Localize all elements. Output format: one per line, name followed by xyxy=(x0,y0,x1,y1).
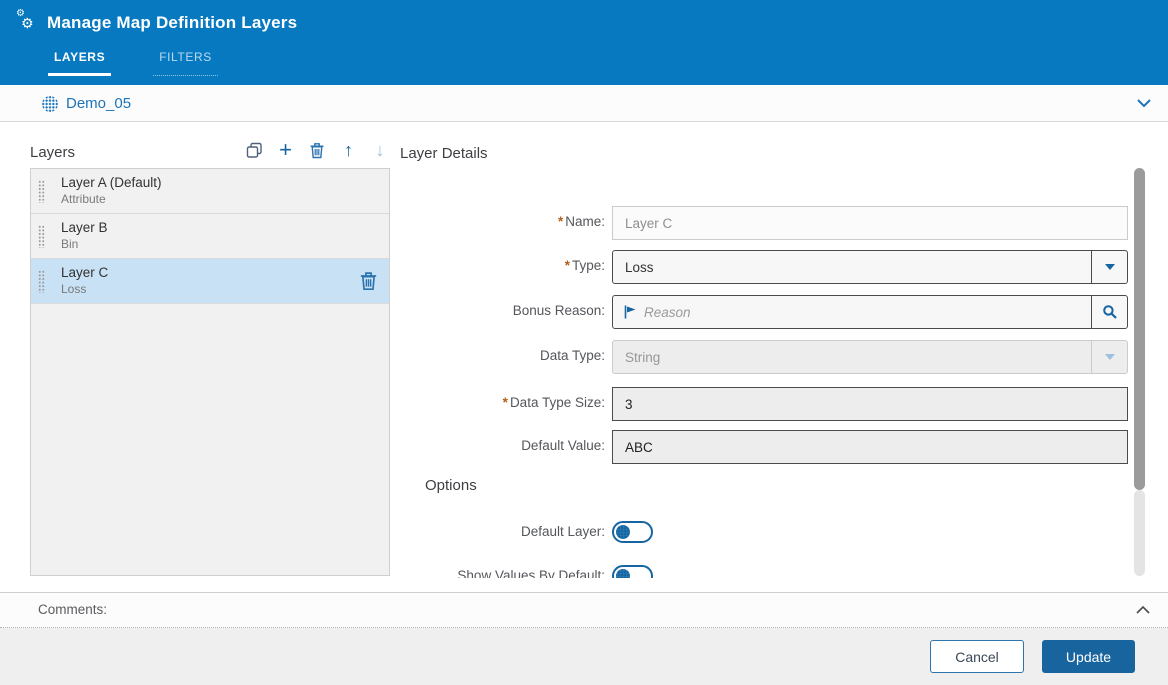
show-values-by-default-toggle[interactable] xyxy=(612,565,653,578)
scrollbar-thumb[interactable] xyxy=(1134,168,1145,490)
type-value: Loss xyxy=(613,251,1091,283)
layer-name: Layer C xyxy=(61,265,379,280)
details-scrollbar xyxy=(1133,168,1146,576)
move-layer-up-button[interactable]: ↑ xyxy=(337,138,361,162)
layer-name: Layer A (Default) xyxy=(61,175,379,190)
chevron-down-icon xyxy=(1105,354,1115,360)
update-button[interactable]: Update xyxy=(1042,640,1135,673)
name-label: *Name: xyxy=(396,214,605,229)
data-type-size-label: *Data Type Size: xyxy=(396,395,605,410)
show-values-by-default-label: Show Values By Default: xyxy=(396,568,605,578)
chevron-down-icon xyxy=(1105,264,1115,270)
bonus-reason-lookup[interactable] xyxy=(612,295,1128,329)
name-field[interactable] xyxy=(612,206,1128,240)
dialog-title: Manage Map Definition Layers xyxy=(47,13,297,33)
required-asterisk: * xyxy=(503,395,508,410)
layers-toolbar: + ↑ ↓ xyxy=(242,138,392,162)
move-layer-down-button[interactable]: ↓ xyxy=(368,138,392,162)
comments-section[interactable]: Comments: xyxy=(0,592,1168,628)
default-layer-toggle[interactable] xyxy=(612,521,653,543)
default-layer-label: Default Layer: xyxy=(396,524,605,539)
cancel-button[interactable]: Cancel xyxy=(930,640,1024,673)
copy-icon xyxy=(246,142,263,159)
data-type-dropdown-button xyxy=(1091,341,1127,373)
bonus-reason-search-button[interactable] xyxy=(1091,296,1127,328)
drag-handle-icon[interactable] xyxy=(38,225,45,248)
type-dropdown-button[interactable] xyxy=(1091,251,1127,283)
layer-type: Loss xyxy=(61,282,379,296)
map-definition-name: Demo_05 xyxy=(66,95,131,112)
drag-handle-icon[interactable] xyxy=(38,270,45,293)
layer-type: Attribute xyxy=(61,192,379,206)
arrow-down-icon: ↓ xyxy=(376,140,385,161)
layer-list-item-c-selected[interactable]: Layer C Loss xyxy=(31,259,389,304)
drag-handle-icon[interactable] xyxy=(38,180,45,203)
layer-name: Layer B xyxy=(61,220,379,235)
layer-list-item-a[interactable]: Layer A (Default) Attribute xyxy=(31,169,389,214)
tab-bar: LAYERS FILTERS xyxy=(48,46,218,76)
chevron-up-icon[interactable] xyxy=(1134,603,1152,617)
trash-icon xyxy=(309,142,325,159)
delete-selected-layer-button[interactable] xyxy=(359,271,379,291)
manage-map-definition-layers-dialog: ⚙⚙ Manage Map Definition Layers LAYERS F… xyxy=(0,0,1168,685)
search-icon xyxy=(1102,304,1118,320)
map-definition-bar[interactable]: Demo_05 xyxy=(0,85,1168,122)
layer-details-form: *Name: *Type: Loss Bonus Reason: xyxy=(396,122,1133,578)
data-type-label: Data Type: xyxy=(396,348,605,363)
data-type-size-field[interactable] xyxy=(612,387,1128,421)
bonus-reason-label: Bonus Reason: xyxy=(396,303,605,318)
toggle-knob xyxy=(616,569,630,578)
data-type-value: String xyxy=(613,341,1091,373)
scrollbar-track[interactable] xyxy=(1134,490,1145,576)
layer-list: Layer A (Default) Attribute Layer B Bin … xyxy=(30,168,390,576)
layer-type: Bin xyxy=(61,237,379,251)
comments-label: Comments: xyxy=(38,602,107,617)
flag-icon xyxy=(613,296,638,328)
required-asterisk: * xyxy=(565,258,570,273)
dialog-header: ⚙⚙ Manage Map Definition Layers LAYERS F… xyxy=(0,0,1168,85)
required-asterisk: * xyxy=(558,214,563,229)
default-value-label: Default Value: xyxy=(396,438,605,453)
gears-icon: ⚙⚙ xyxy=(16,12,38,34)
dotted-globe-icon xyxy=(42,96,58,112)
tab-filters[interactable]: FILTERS xyxy=(153,46,218,76)
delete-layer-button[interactable] xyxy=(305,138,329,162)
options-title: Options xyxy=(425,477,477,494)
add-layer-button[interactable]: + xyxy=(274,138,298,162)
dialog-footer: Cancel Update xyxy=(0,628,1168,685)
type-label: *Type: xyxy=(396,258,605,273)
layer-list-item-b[interactable]: Layer B Bin xyxy=(31,214,389,259)
data-type-dropdown: String xyxy=(612,340,1128,374)
layers-panel-title: Layers xyxy=(30,144,75,161)
bonus-reason-input[interactable] xyxy=(638,296,1091,328)
chevron-down-icon[interactable] xyxy=(1134,95,1154,111)
toggle-knob xyxy=(616,525,630,539)
arrow-up-icon: ↑ xyxy=(344,140,353,161)
tab-layers[interactable]: LAYERS xyxy=(48,46,111,76)
default-value-field[interactable] xyxy=(612,430,1128,464)
copy-layer-button[interactable] xyxy=(242,138,266,162)
type-dropdown[interactable]: Loss xyxy=(612,250,1128,284)
plus-icon: + xyxy=(279,140,292,160)
